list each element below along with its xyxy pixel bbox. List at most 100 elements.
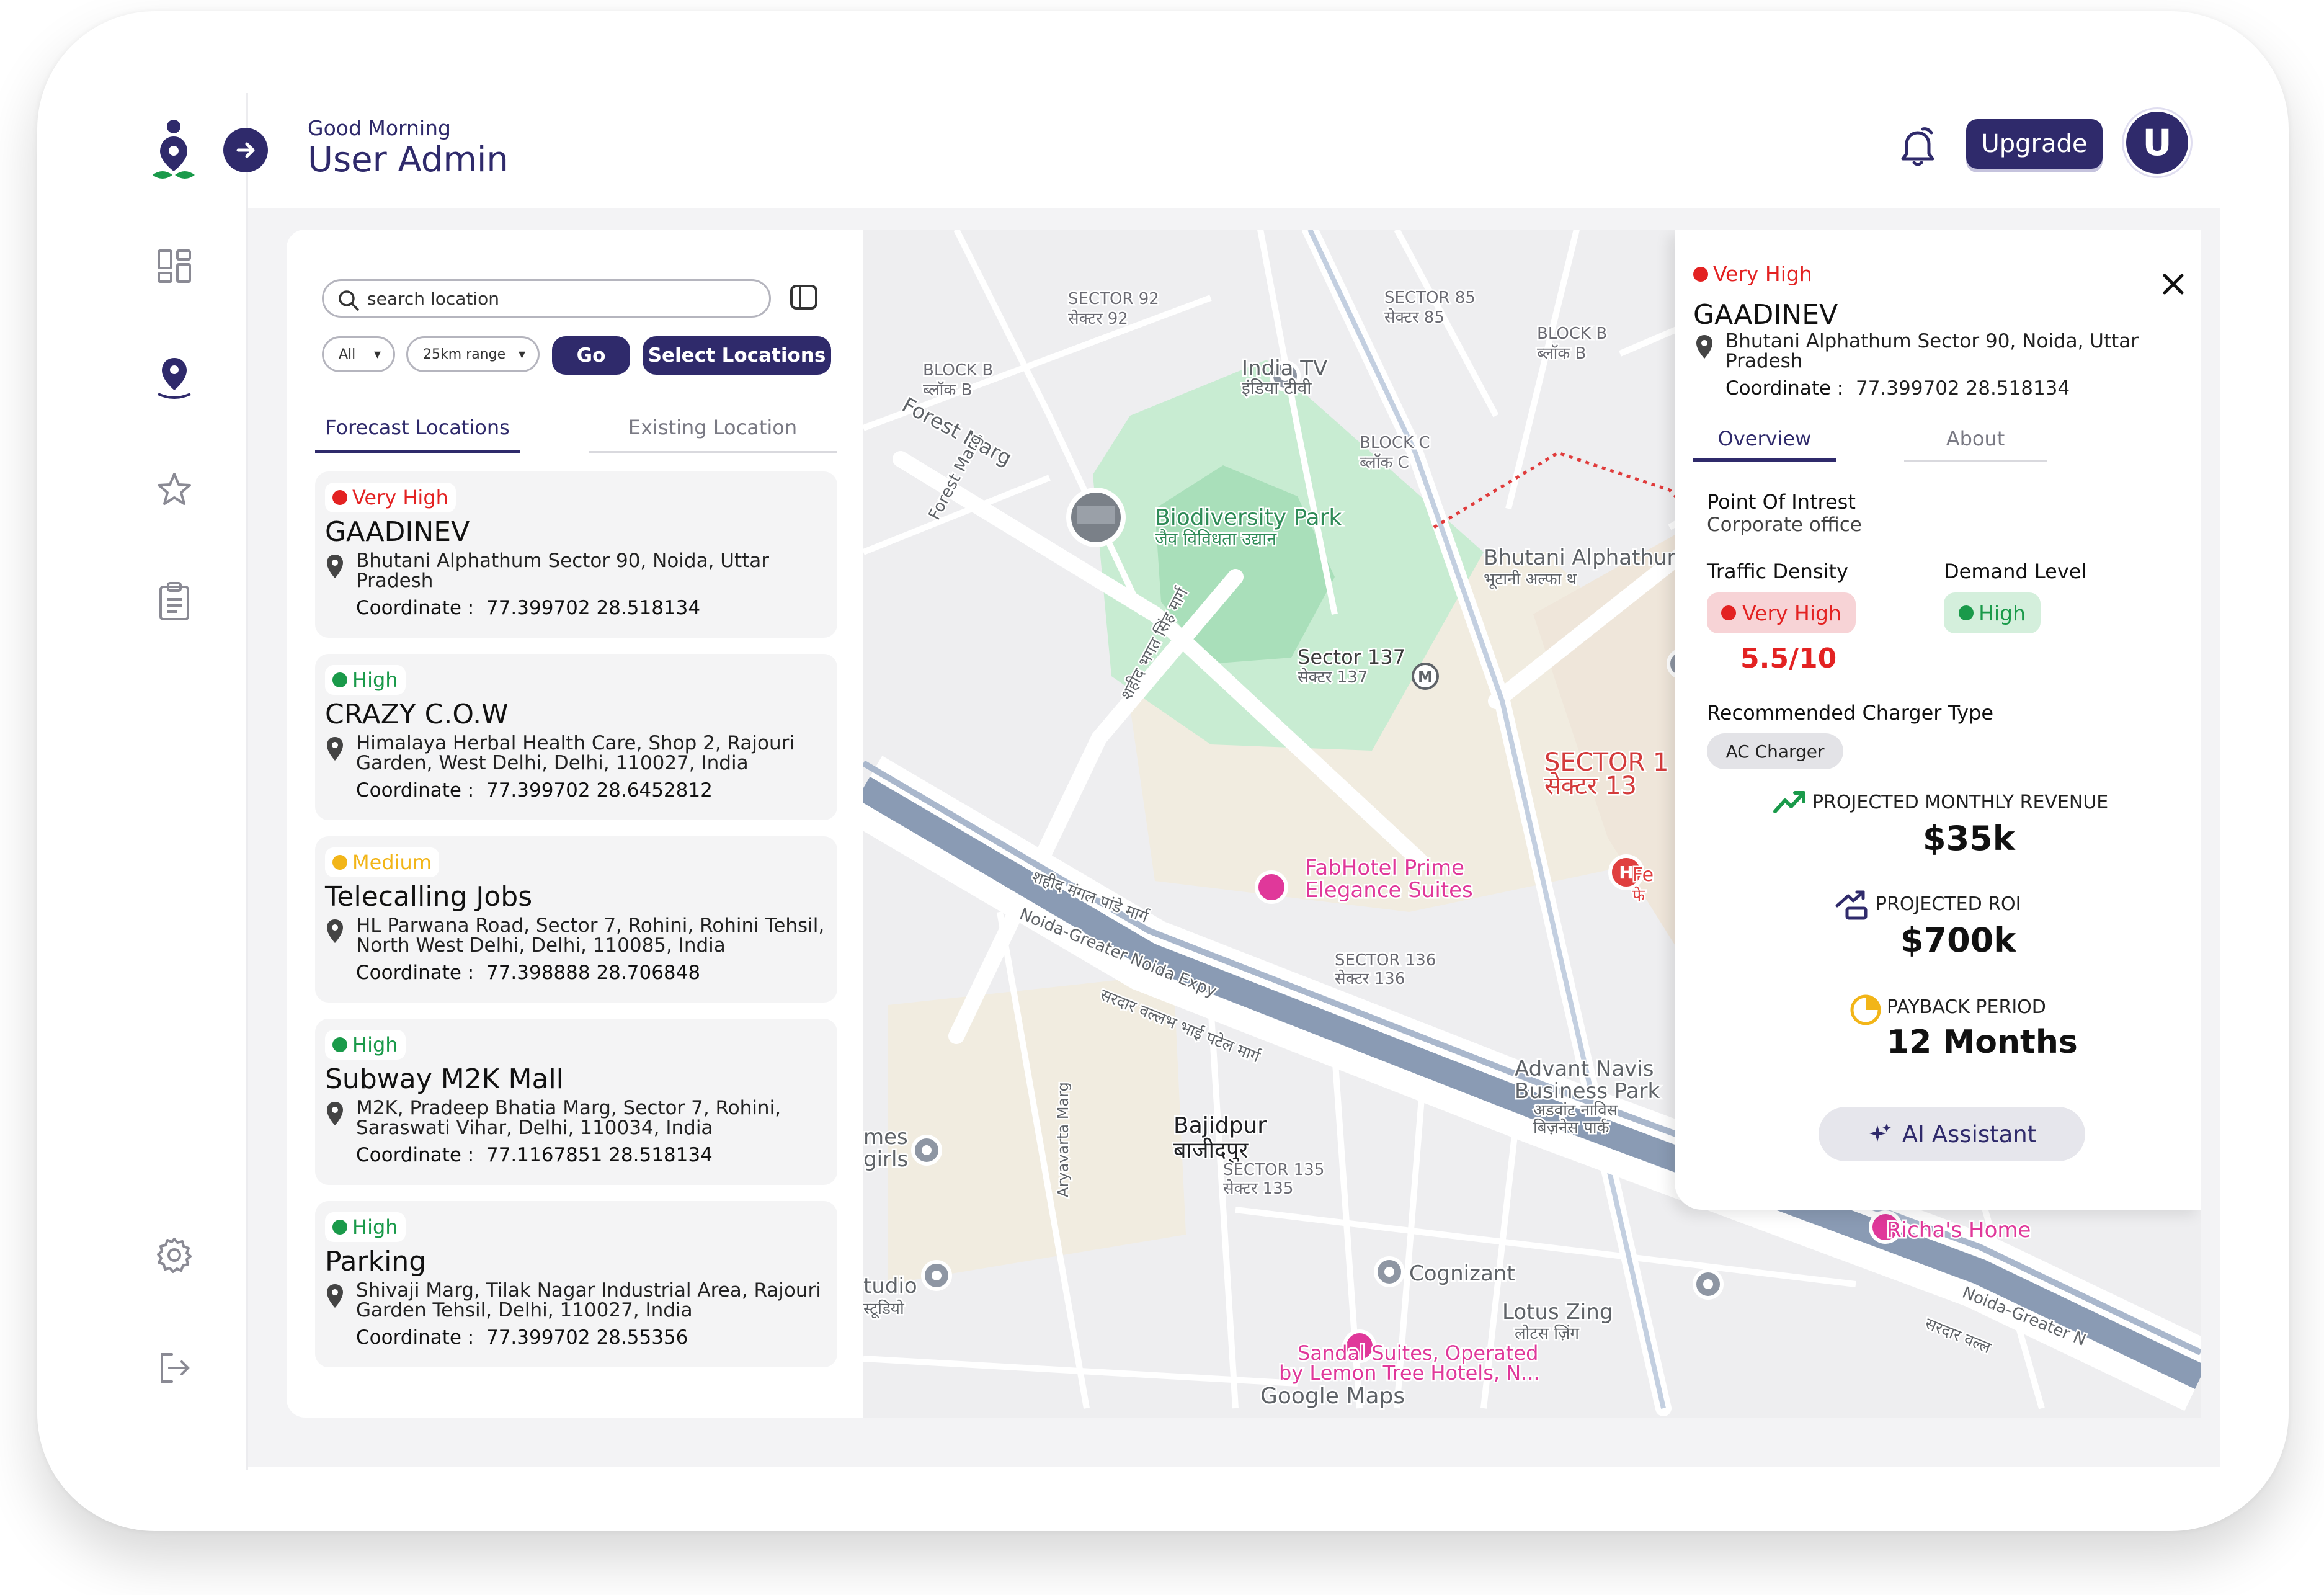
tab-about[interactable]: About [1904, 427, 2047, 462]
level-badge: Medium [325, 847, 439, 877]
map-label: बिज़नेस पार्क [1533, 1118, 1610, 1137]
location-name: GAADINEV [325, 516, 470, 548]
detail-coord-label: Coordinate : [1725, 377, 1844, 400]
map-label: बाजीदपुर [1173, 1137, 1249, 1164]
ai-assistant-button[interactable]: AI Assistant [1819, 1107, 2085, 1161]
location-card[interactable]: Very High GAADINEV Bhutani Alphathum Secto… [315, 471, 837, 638]
map-label: BLOCK B [1537, 324, 1607, 343]
level-badge: High [325, 1212, 406, 1242]
map-label: सेक्टर 135 [1223, 1179, 1293, 1198]
traffic-value: Very High [1742, 601, 1841, 625]
avatar[interactable]: U [2126, 112, 2188, 174]
clipboard-icon[interactable] [148, 574, 201, 628]
location-address: Bhutani Alphathum Sector 90, Noida, Utta… [356, 550, 770, 592]
map-label: Bhutani Alphathum [1484, 545, 1688, 570]
detail-name: GAADINEV [1693, 299, 1838, 331]
roi-value: $700k [1900, 921, 2016, 960]
location-address: M2K, Pradeep Bhatia Marg, Sector 7, Rohi… [356, 1097, 781, 1139]
location-card[interactable]: High CRAZY C.O.W Himalaya Herbal Health Ca… [315, 654, 837, 820]
tab-forecast-locations[interactable]: Forecast Locations [315, 416, 520, 453]
map-road-label: Aryavarta Marg [1054, 1082, 1072, 1197]
map-label: Elegance Suites [1305, 878, 1473, 903]
go-button[interactable]: Go [552, 336, 630, 375]
map-label: Lotus Zing [1502, 1300, 1613, 1325]
range-filter-dropdown[interactable]: 25km range ▾ [406, 336, 540, 372]
map-label: SECTOR 92 [1068, 290, 1159, 308]
map-label: सेक्टर 136 [1335, 969, 1405, 988]
expand-sidebar-button[interactable] [223, 128, 268, 172]
map-label: Business Park [1515, 1079, 1660, 1104]
map-label: BLOCK C [1360, 434, 1430, 452]
coordinate-value: 77.399702 28.6452812 [486, 779, 713, 802]
location-pin-icon [325, 1283, 345, 1310]
chevron-down-icon: ▾ [373, 347, 381, 362]
map-label: लोटस ज़िंग [1515, 1324, 1579, 1343]
map-label: tudio [863, 1274, 917, 1298]
location-card[interactable]: High Subway M2K Mall M2K, Pradeep Bhatia M… [315, 1019, 837, 1185]
coordinate-label: Coordinate : [356, 597, 474, 619]
coordinate-label: Coordinate : [356, 779, 474, 802]
user-name: User Admin [308, 140, 509, 180]
detail-level-text: Very High [1713, 262, 1812, 286]
map-label: BLOCK B [923, 361, 993, 380]
location-pin-icon [325, 736, 345, 763]
trending-up-icon [1773, 788, 1807, 815]
map-label: FabHotel Prime [1305, 856, 1464, 880]
demand-badge: High [1944, 592, 2041, 633]
map-label: mes [863, 1125, 908, 1150]
location-address: Shivaji Marg, Tilak Nagar Industrial Are… [356, 1279, 821, 1321]
type-filter-dropdown[interactable]: All ▾ [322, 336, 395, 372]
map-label: SECTOR 135 [1223, 1161, 1324, 1179]
location-pin-icon [325, 918, 345, 945]
location-name: Parking [325, 1246, 427, 1277]
map-label: girls [863, 1147, 908, 1172]
close-icon[interactable] [2160, 270, 2187, 298]
location-card[interactable]: High Parking Shivaji Marg, Tilak Nagar Ind… [315, 1201, 837, 1367]
top-bar: Good Morning User Admin Upgrade U [223, 93, 2208, 205]
star-icon[interactable] [148, 463, 201, 516]
coordinate-value: 77.398888 28.706848 [486, 962, 701, 984]
search-input[interactable]: search location [322, 279, 771, 318]
map-label: अडवांट नाविस [1533, 1101, 1618, 1120]
app-logo [143, 118, 205, 186]
level-dot [332, 1037, 347, 1052]
revenue-label: PROJECTED MONTHLY REVENUE [1812, 792, 2109, 813]
select-locations-button[interactable]: Select Locations [643, 336, 831, 375]
ai-assistant-label: AI Assistant [1902, 1120, 2037, 1148]
gear-icon[interactable] [148, 1228, 201, 1282]
charger-badge: AC Charger [1707, 733, 1843, 769]
coordinate-row: Coordinate : 77.399702 28.518134 [356, 597, 700, 619]
location-address: Himalaya Herbal Health Care, Shop 2, Raj… [356, 732, 795, 774]
tab-existing-location[interactable]: Existing Location [589, 416, 837, 453]
type-filter-value: All [339, 346, 356, 362]
map-view[interactable]: H M SECTOR 92 सेक्टर 92 SECTOR 85 सेक्टर 85… [863, 230, 2201, 1418]
level-dot [1959, 605, 1974, 620]
map-label: Biodiversity Park [1155, 505, 1342, 530]
traffic-score: 5.5/10 [1740, 643, 1837, 674]
tab-overview[interactable]: Overview [1693, 427, 1836, 462]
location-pin-icon[interactable] [148, 351, 201, 404]
location-address: HL Parwana Road, Sector 7, Rohini, Rohin… [356, 914, 825, 957]
logout-icon[interactable] [148, 1341, 201, 1395]
demand-value: High [1979, 601, 2026, 625]
map-label: Bajidpur [1173, 1113, 1267, 1138]
roi-label: PROJECTED ROI [1876, 893, 2021, 915]
map-label: SECTOR 136 [1335, 951, 1436, 970]
map-label: फे [1632, 886, 1645, 905]
panel-toggle-icon[interactable] [789, 282, 819, 312]
map-label: SECTOR 85 [1384, 288, 1476, 307]
traffic-badge: Very High [1707, 592, 1856, 633]
dashboard-icon[interactable] [148, 239, 201, 293]
map-label: India TV [1242, 356, 1327, 381]
location-card[interactable]: Medium Telecalling Jobs HL Parwana Road, S… [315, 836, 837, 1003]
map-label: Sector 137 [1298, 645, 1405, 669]
map-label: ब्लॉक B [923, 381, 972, 400]
demand-label: Demand Level [1944, 560, 2087, 583]
charger-label: Recommended Charger Type [1707, 701, 1994, 725]
map-label: Google Maps [1260, 1383, 1405, 1409]
greeting-text: Good Morning [308, 116, 451, 140]
upgrade-button[interactable]: Upgrade [1966, 119, 2103, 169]
notification-bell-icon[interactable] [1898, 125, 1941, 175]
coordinate-label: Coordinate : [356, 1144, 474, 1166]
coordinate-value: 77.399702 28.518134 [486, 597, 701, 619]
